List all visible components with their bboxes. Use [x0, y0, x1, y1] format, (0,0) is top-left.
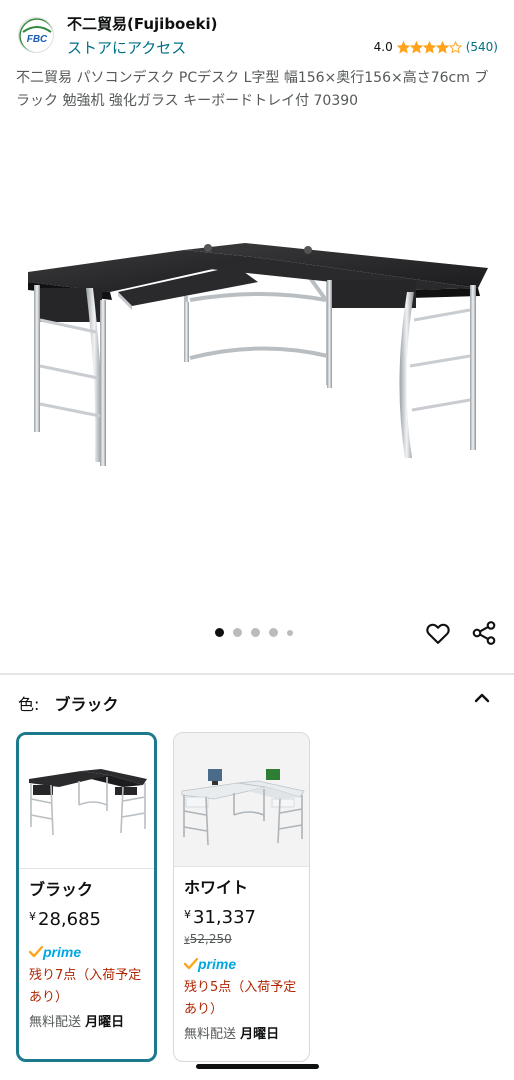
- visit-store-link[interactable]: ストアにアクセス: [67, 37, 186, 58]
- carousel-dot[interactable]: [251, 628, 260, 637]
- rating-summary[interactable]: 4.0 (540): [374, 40, 498, 54]
- selected-color: ブラック: [54, 695, 119, 714]
- shipping-info: 無料配送 月曜日: [184, 1027, 280, 1042]
- star-filled-icon: [422, 40, 436, 53]
- shipping-info: 無料配送 月曜日: [29, 1015, 125, 1030]
- carousel-dot[interactable]: [215, 628, 224, 637]
- variant-name: ホワイト: [184, 878, 249, 897]
- prime-label: prime: [198, 956, 237, 972]
- star-filled-icon: [409, 40, 423, 53]
- store-header: FBC 不二貿易(Fujiboeki) ストアにアクセス 4.0 (540): [0, 0, 514, 64]
- variant-list-price: ¥52,250: [184, 932, 232, 946]
- product-title: 不二貿易 パソコンデスク PCデスク L字型 幅156×奥行156×高さ76cm…: [16, 70, 489, 109]
- prime-label: prime: [43, 944, 82, 960]
- color-selector: 色: ブラック: [18, 691, 119, 715]
- store-logo[interactable]: FBC: [18, 17, 54, 53]
- variant-image-black: [19, 735, 154, 869]
- store-name[interactable]: 不二貿易(Fujiboeki): [67, 13, 218, 34]
- variant-image-white: [174, 733, 309, 867]
- star-filled-icon: [396, 40, 410, 53]
- carousel-dot[interactable]: [269, 628, 278, 637]
- home-indicator[interactable]: [196, 1064, 319, 1069]
- star-rating: [396, 40, 462, 54]
- share-icon[interactable]: [470, 619, 498, 647]
- rating-value: 4.0: [373, 40, 393, 54]
- variant-card-white[interactable]: ホワイト ¥31,337 ¥52,250 prime 残り5点（入荷予定あり） …: [173, 732, 310, 1062]
- chevron-up-icon[interactable]: [470, 688, 494, 708]
- stock-status: 残り7点（入荷予定あり）: [29, 968, 142, 1005]
- star-filled-icon: [435, 40, 449, 53]
- store-logo-text: FBC: [27, 34, 48, 45]
- carousel-dot[interactable]: [233, 628, 242, 637]
- variant-name: ブラック: [29, 880, 94, 899]
- prime-badge: prime: [29, 943, 144, 961]
- section-divider: [0, 673, 514, 675]
- prime-badge: prime: [184, 955, 299, 973]
- carousel-dot[interactable]: [287, 629, 293, 636]
- review-count[interactable]: (540): [466, 40, 498, 54]
- stock-status: 残り5点（入荷予定あり）: [184, 980, 297, 1017]
- image-carousel-dots[interactable]: [215, 628, 302, 637]
- product-image[interactable]: [0, 120, 514, 620]
- variant-price: ¥31,337: [184, 907, 256, 928]
- variant-card-black[interactable]: ブラック ¥28,685 prime 残り7点（入荷予定あり） 無料配送 月曜日: [16, 732, 157, 1062]
- star-empty-icon: [448, 40, 462, 53]
- color-label: 色:: [18, 695, 40, 714]
- heart-icon[interactable]: [424, 619, 452, 647]
- variant-price: ¥28,685: [29, 909, 101, 930]
